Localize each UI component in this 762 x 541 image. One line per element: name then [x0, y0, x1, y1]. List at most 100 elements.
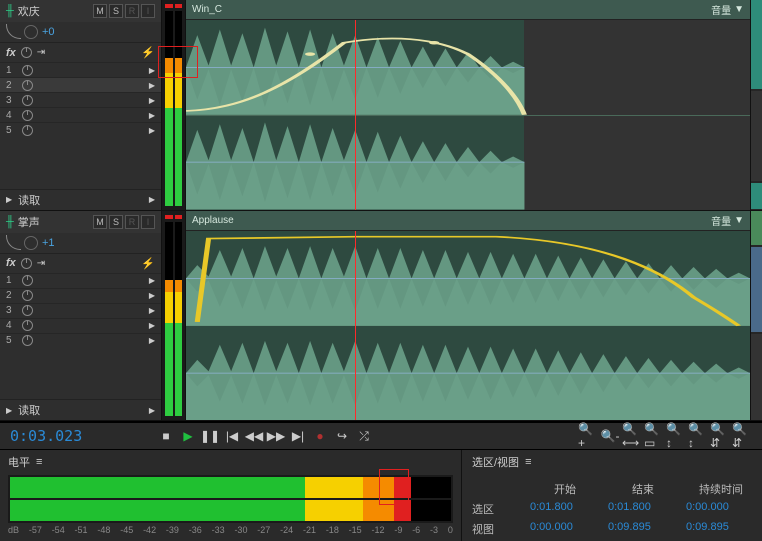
msri-buttons: M S R I: [93, 215, 155, 229]
pan-knob[interactable]: [24, 236, 38, 250]
levels-panel-title: 电平: [8, 454, 30, 470]
clip-header[interactable]: Applause 音量 ▼: [186, 211, 750, 231]
view-end-value[interactable]: 0:09.895: [608, 521, 678, 537]
timecode-display[interactable]: 0:03.023: [10, 427, 150, 445]
zoom-out-vert-button[interactable]: 🔍↕: [688, 427, 708, 445]
clip-volume-dropdown[interactable]: 音量 ▼: [711, 213, 744, 228]
loop-button[interactable]: ↪: [332, 427, 352, 445]
send-icon[interactable]: ⇥: [37, 258, 45, 269]
fx-slot[interactable]: 1▶: [0, 62, 161, 77]
send-icon[interactable]: ⇥: [37, 47, 45, 58]
fx-slot[interactable]: 4▶: [0, 318, 161, 333]
fast-forward-button[interactable]: ▶▶: [266, 427, 286, 445]
slot-power-icon[interactable]: [22, 95, 33, 106]
slot-power-icon[interactable]: [22, 335, 33, 346]
fx-power-button[interactable]: [21, 47, 32, 58]
zoom-in-vert-button[interactable]: 🔍↕: [666, 427, 686, 445]
slot-power-icon[interactable]: [22, 290, 33, 301]
fade-curve-icon[interactable]: [6, 26, 20, 38]
input-monitor-button[interactable]: I: [141, 4, 155, 18]
clip-name: Win_C: [192, 4, 222, 15]
tracks-area: ╫ 欢庆 M S R I +0 fx ⇥: [0, 0, 762, 422]
side-nav-strip[interactable]: [750, 0, 762, 210]
record-arm-button[interactable]: R: [125, 215, 139, 229]
go-to-start-button[interactable]: |◀: [222, 427, 242, 445]
selection-panel-title: 选区/视图: [472, 454, 519, 470]
zoom-selection-button[interactable]: 🔍▭: [644, 427, 664, 445]
fx-slot[interactable]: 2▶: [0, 288, 161, 303]
fx-slot[interactable]: 1▶: [0, 273, 161, 288]
slot-power-icon[interactable]: [22, 125, 33, 136]
fx-slot[interactable]: 4▶: [0, 107, 161, 122]
fx-power-button[interactable]: [21, 258, 32, 269]
track-title-bar[interactable]: ╫ 欢庆 M S R I: [0, 0, 161, 22]
fx-label: fx: [6, 257, 16, 269]
msri-buttons: M S R I: [93, 4, 155, 18]
slot-power-icon[interactable]: [22, 65, 33, 76]
zoom-out-tracks-button[interactable]: 🔍⇵: [732, 427, 752, 445]
fx-slot[interactable]: 2▶: [0, 77, 161, 92]
chevron-right-icon: ▶: [149, 291, 155, 300]
lightning-icon[interactable]: ⚡: [141, 46, 155, 59]
automation-mode-row[interactable]: ▶ 读取 ▶: [0, 399, 161, 420]
rewind-button[interactable]: ◀◀: [244, 427, 264, 445]
fx-slot[interactable]: 3▶: [0, 92, 161, 107]
slot-power-icon[interactable]: [22, 320, 33, 331]
playhead[interactable]: [355, 231, 356, 421]
selection-duration-value[interactable]: 0:00.000: [686, 501, 756, 517]
playhead[interactable]: [355, 20, 356, 210]
meter-bar-right: [175, 222, 183, 417]
side-nav-strip[interactable]: [750, 211, 762, 421]
clip-name: Applause: [192, 215, 234, 226]
input-monitor-button[interactable]: I: [141, 215, 155, 229]
meter-bar-right: [175, 11, 183, 206]
volume-value[interactable]: +0: [42, 26, 55, 38]
track-meter: [162, 211, 186, 421]
clip-header[interactable]: Win_C 音量 ▼: [186, 0, 750, 20]
automation-mode-label: 读取: [18, 402, 40, 418]
selection-end-value[interactable]: 0:01.800: [608, 501, 678, 517]
automation-mode-row[interactable]: ▶ 读取 ▶: [0, 189, 161, 210]
track-header: ╫ 掌声 M S R I +1 fx ⇥: [0, 211, 162, 421]
chevron-right-icon: ▶: [149, 126, 155, 135]
pause-button[interactable]: ❚❚: [200, 427, 220, 445]
play-button[interactable]: ▶: [178, 427, 198, 445]
skip-selection-button[interactable]: ⤮: [354, 427, 374, 445]
record-button[interactable]: ●: [310, 427, 330, 445]
track-lane[interactable]: Applause 音量 ▼: [186, 211, 750, 421]
track-lane[interactable]: Win_C 音量 ▼: [186, 0, 750, 210]
fx-label: fx: [6, 47, 16, 59]
record-arm-button[interactable]: R: [125, 4, 139, 18]
slot-power-icon[interactable]: [22, 110, 33, 121]
lightning-icon[interactable]: ⚡: [141, 257, 155, 270]
panel-menu-icon[interactable]: ≡: [36, 456, 42, 468]
solo-button[interactable]: S: [109, 215, 123, 229]
solo-button[interactable]: S: [109, 4, 123, 18]
go-to-end-button[interactable]: ▶|: [288, 427, 308, 445]
zoom-in-tracks-button[interactable]: 🔍⇵: [710, 427, 730, 445]
mute-button[interactable]: M: [93, 4, 107, 18]
audio-clip[interactable]: [186, 231, 750, 421]
pan-knob[interactable]: [24, 25, 38, 39]
zoom-out-button[interactable]: 🔍-: [600, 427, 620, 445]
mute-button[interactable]: M: [93, 215, 107, 229]
slot-power-icon[interactable]: [22, 275, 33, 286]
view-start-value[interactable]: 0:00.000: [530, 521, 600, 537]
clip-volume-dropdown[interactable]: 音量 ▼: [711, 2, 744, 17]
chevron-right-icon: ▶: [149, 66, 155, 75]
zoom-full-button[interactable]: 🔍⟷: [622, 427, 642, 445]
view-duration-value[interactable]: 0:09.895: [686, 521, 756, 537]
fx-slot[interactable]: 3▶: [0, 303, 161, 318]
audio-clip[interactable]: [186, 20, 750, 210]
fx-slot[interactable]: 5▶: [0, 333, 161, 348]
fade-curve-icon[interactable]: [6, 237, 20, 249]
slot-power-icon[interactable]: [22, 305, 33, 316]
zoom-in-button[interactable]: 🔍+: [578, 427, 598, 445]
slot-power-icon[interactable]: [22, 80, 33, 91]
panel-menu-icon[interactable]: ≡: [525, 456, 531, 468]
volume-value[interactable]: +1: [42, 237, 55, 249]
stop-button[interactable]: ■: [156, 427, 176, 445]
selection-start-value[interactable]: 0:01.800: [530, 501, 600, 517]
track-title-bar[interactable]: ╫ 掌声 M S R I: [0, 211, 161, 233]
fx-slot[interactable]: 5▶: [0, 122, 161, 137]
